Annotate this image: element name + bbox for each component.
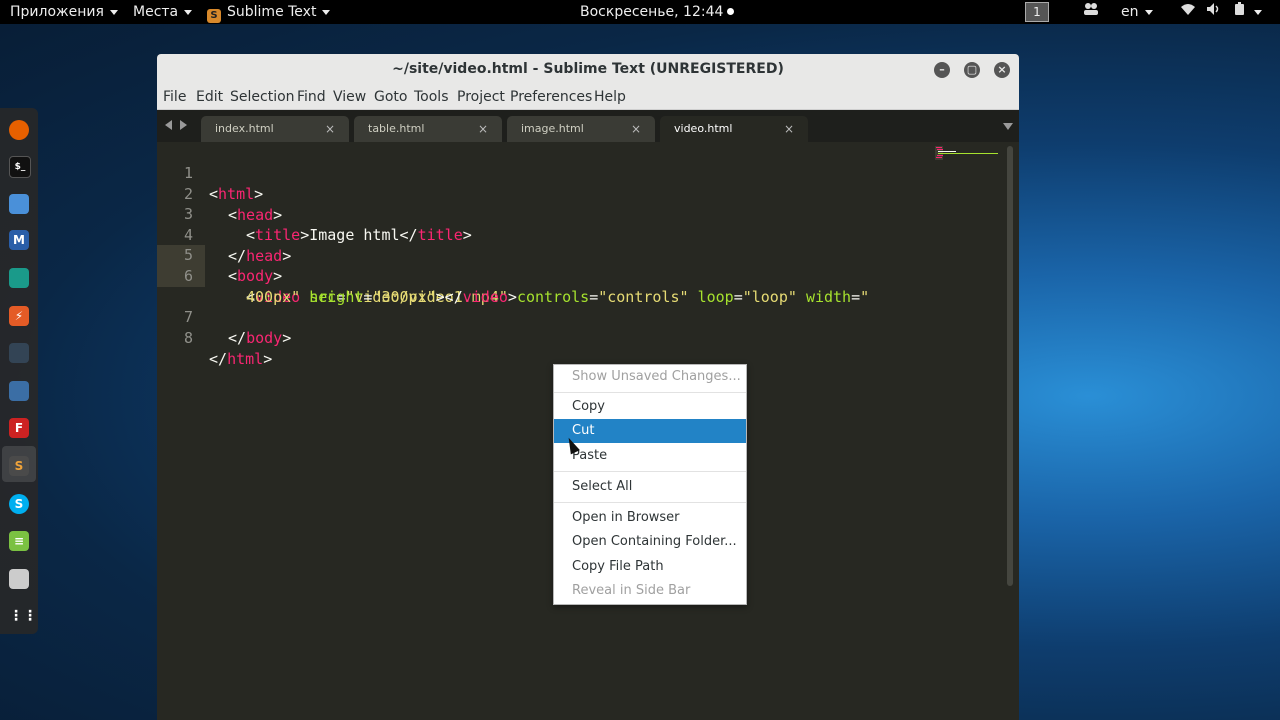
code-line: 6 <video src="video/video1.mp4" controls… [157,245,1007,306]
code-line: 8 </html> [157,307,1007,368]
volume-icon[interactable] [1206,0,1222,24]
close-icon[interactable]: × [994,62,1010,78]
clock-label: Воскресенье, 12:44 [580,4,724,20]
menu-view[interactable]: View [333,88,366,107]
beef-icon[interactable] [9,381,29,401]
code-line: 5 <body> [157,224,1007,285]
tab-close-icon[interactable]: × [784,116,794,142]
tab-strip: index.html × table.html × image.html × v… [157,110,1019,142]
menu-goto[interactable]: Goto [374,88,407,107]
tab-nav-left-icon[interactable] [165,120,172,130]
menu-preferences[interactable]: Preferences [510,88,592,107]
menu-edit[interactable]: Edit [196,88,223,107]
code-line: 4 </head> [157,204,1007,265]
chevron-down-icon [109,9,118,15]
menu-separator [554,471,746,472]
tab-image-html[interactable]: image.html × [507,116,655,142]
chevron-down-icon [1144,9,1153,15]
faraday-icon[interactable]: F [9,418,29,438]
tab-close-icon[interactable]: × [478,116,488,142]
window-title: ~/site/video.html - Sublime Text (UNREGI… [392,61,784,77]
language-label: en [1121,4,1139,20]
tab-label: index.html [215,122,274,135]
code-line-wrapped: 400px" height="300px"></video> [157,266,1007,306]
vertical-scrollbar[interactable] [1007,146,1013,586]
tab-video-html[interactable]: video.html × [660,116,808,142]
minimap[interactable] [935,146,1001,160]
clock[interactable]: Воскресенье, 12:44 [580,0,735,24]
burpsuite-icon[interactable]: ⚡ [9,306,29,326]
places-menu[interactable]: Места [133,0,193,24]
applications-menu[interactable]: Приложения [10,0,118,24]
context-menu: Show Unsaved Changes... Copy Cut Paste S… [553,364,747,605]
firefox-icon[interactable] [9,120,29,140]
tab-label: table.html [368,122,425,135]
menu-item-copy[interactable]: Copy [554,395,746,419]
terminal-icon[interactable]: $_ [9,156,31,178]
menu-selection[interactable]: Selection [230,88,295,107]
menu-item-select-all[interactable]: Select All [554,475,746,499]
workspace-indicator[interactable]: 1 [1025,0,1049,24]
dock: $_ M ⚡ F S S ≡ ⋮⋮ [0,108,38,634]
menu-item-show-unsaved-changes: Show Unsaved Changes... [572,369,741,384]
workspace-number: 1 [1025,2,1049,22]
menu-bar: File Edit Selection Find View Goto Tools… [157,86,1019,110]
chevron-down-icon [322,9,331,15]
tab-label: video.html [674,122,733,135]
menu-item-open-containing-folder[interactable]: Open Containing Folder... [554,530,746,554]
maximize-icon[interactable]: ▢ [964,62,980,78]
files-icon[interactable] [9,194,29,214]
accessibility-icon[interactable] [1083,0,1099,24]
menu-item-open-in-browser[interactable]: Open in Browser [554,506,746,530]
menu-help[interactable]: Help [594,88,626,107]
notification-dot-icon [727,8,735,15]
show-apps-icon[interactable]: ⋮⋮ [9,606,37,626]
wifi-icon[interactable] [1180,0,1196,24]
menu-item-copy-file-path[interactable]: Copy File Path [554,555,746,579]
menu-item-cut[interactable]: Cut [554,419,746,443]
notes-icon[interactable]: ≡ [9,531,29,551]
tab-close-icon[interactable]: × [325,116,335,142]
maltego-icon[interactable] [9,343,29,363]
code-text: </html> [209,350,273,368]
code-line: 3 <title>Image html</title> [157,183,1007,244]
screenshot-icon[interactable] [9,569,29,589]
menu-separator [554,392,746,393]
menu-item-reveal-in-side-bar: Reveal in Side Bar [572,583,691,598]
tab-label: image.html [521,122,584,135]
menu-find[interactable]: Find [297,88,326,107]
menu-separator [554,502,746,503]
chevron-down-icon [1254,9,1262,15]
tab-nav-right-icon[interactable] [180,120,187,130]
places-label: Места [133,4,179,20]
menu-tools[interactable]: Tools [414,88,449,107]
tab-table-html[interactable]: table.html × [354,116,502,142]
applications-label: Приложения [10,4,104,20]
line-number: 8 [183,329,193,347]
code-line: 2 <head> [157,163,1007,224]
tab-close-icon[interactable]: × [631,116,641,142]
minimize-icon[interactable]: – [934,62,950,78]
sublime-text-icon: S [207,9,221,23]
sublime-text-icon[interactable]: S [9,456,29,476]
tab-list-dropdown-icon[interactable] [1003,123,1013,130]
menu-project[interactable]: Project [457,88,505,107]
code-text: </body> [228,329,292,347]
battery-icon[interactable] [1232,0,1262,24]
chevron-down-icon [184,9,193,15]
window-titlebar[interactable]: ~/site/video.html - Sublime Text (UNREGI… [157,54,1019,86]
language-menu[interactable]: en [1121,0,1153,24]
menu-item-paste[interactable]: Paste [554,444,746,468]
metasploit-icon[interactable]: M [9,230,29,250]
app-menu-label: Sublime Text [227,4,317,20]
code-line: 7 </body> [157,286,1007,347]
top-bar: Приложения Места S Sublime Text Воскресен… [0,0,1280,24]
tab-index-html[interactable]: index.html × [201,116,349,142]
armitage-icon[interactable] [9,268,29,288]
app-menu[interactable]: S Sublime Text [207,0,331,24]
code-line: 1 <html> [157,142,1007,203]
skype-icon[interactable]: S [9,494,29,514]
menu-file[interactable]: File [163,88,186,107]
